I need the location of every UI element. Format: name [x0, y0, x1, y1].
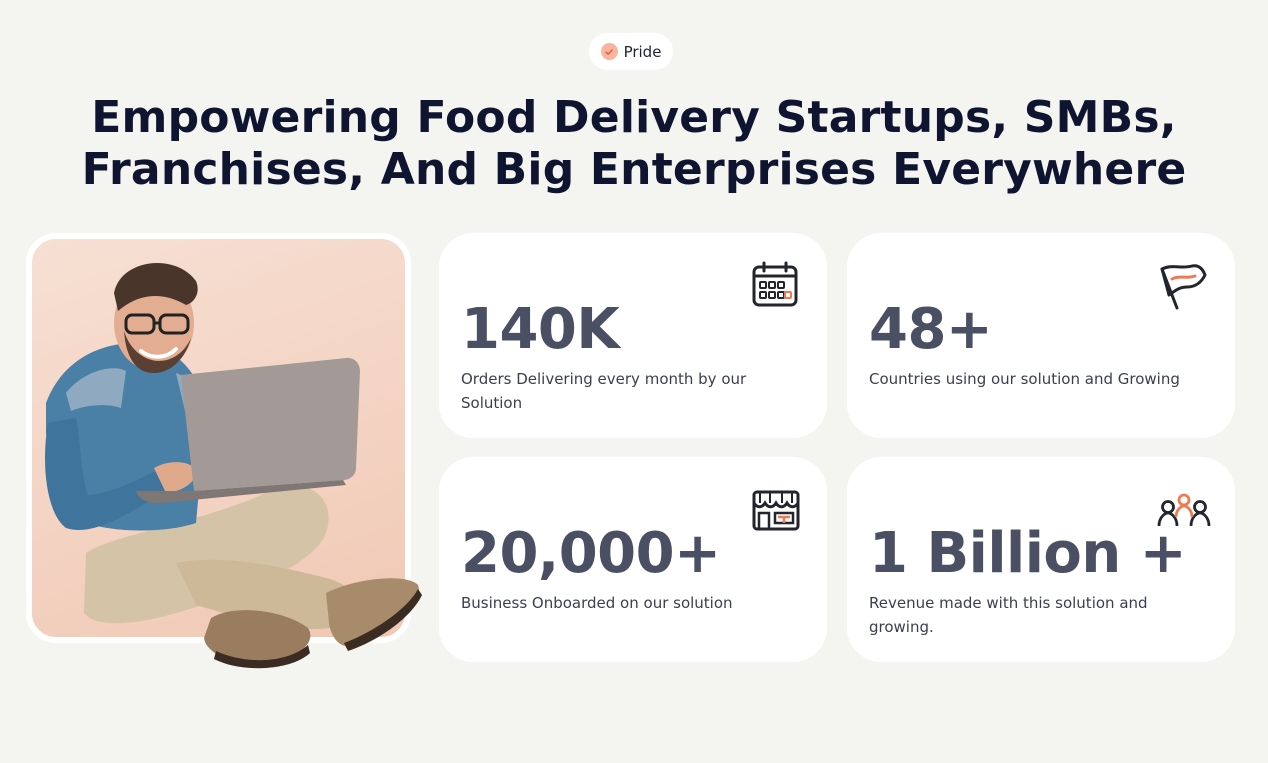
pride-section: Pride Empowering Food Delivery Startups,… — [0, 0, 1268, 763]
stat-value: 48+ — [869, 297, 993, 362]
stat-value: 1 Billion + — [869, 521, 1187, 586]
stat-card-revenue: 1 Billion + Revenue made with this solut… — [847, 457, 1235, 662]
stat-description: Countries using our solution and Growing — [869, 370, 1180, 388]
stat-card-orders: 140K Orders Delivering every month by ou… — [439, 233, 827, 438]
stat-value: 20,000+ — [461, 521, 721, 586]
page-title: Empowering Food Delivery Startups, SMBs,… — [0, 92, 1268, 196]
hero-photo-frame — [26, 233, 422, 669]
headline-line-1: Empowering Food Delivery Startups, SMBs, — [91, 92, 1177, 143]
stat-description: Revenue made with this solution and grow… — [869, 594, 1148, 636]
calendar-icon — [752, 261, 798, 307]
badge-label: Pride — [623, 42, 662, 61]
flag-icon — [1160, 264, 1207, 310]
stat-card-businesses: 20,000+ Business Onboarded on our soluti… — [439, 457, 827, 662]
stat-card-countries: 48+ Countries using our solution and Gro… — [847, 233, 1235, 438]
pride-badge: Pride — [589, 33, 673, 70]
storefront-icon — [752, 490, 800, 531]
check-circle-icon — [600, 43, 618, 60]
man-with-laptop-photo — [45, 262, 422, 669]
stat-description: Business Onboarded on our solution — [461, 594, 733, 612]
stat-value: 140K — [461, 297, 620, 362]
headline-line-2: Franchises, And Big Enterprises Everywhe… — [81, 144, 1187, 195]
stat-description: Orders Delivering every month by our Sol… — [461, 370, 747, 412]
